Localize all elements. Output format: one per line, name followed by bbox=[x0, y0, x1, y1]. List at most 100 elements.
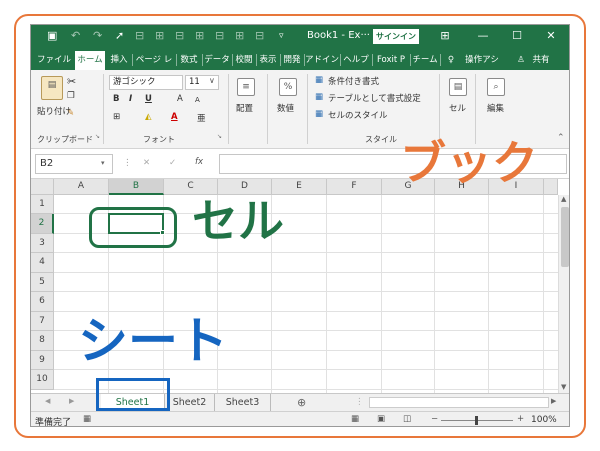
redo-icon[interactable]: ↷ bbox=[93, 29, 102, 43]
col-header-a[interactable]: A bbox=[54, 179, 109, 195]
tab-tell-me[interactable]: 操作アシ bbox=[461, 51, 503, 70]
signin-button[interactable]: サインイン bbox=[373, 29, 419, 44]
scroll-down-icon[interactable]: ▼ bbox=[561, 383, 566, 391]
tab-foxit[interactable]: Foxit P bbox=[373, 51, 409, 70]
qat-icon-7[interactable]: ⊟ bbox=[255, 29, 264, 43]
scroll-up-icon[interactable]: ▲ bbox=[561, 195, 566, 203]
number-label[interactable]: 数値 bbox=[277, 102, 294, 114]
qat-icon-2[interactable]: ⊞ bbox=[155, 29, 164, 43]
fill-color-icon[interactable]: ◭ bbox=[145, 112, 152, 122]
cell-style-icon[interactable]: ▦ bbox=[315, 109, 323, 119]
bold-button[interactable]: B bbox=[113, 94, 119, 104]
tab-file[interactable]: ファイル bbox=[35, 51, 73, 70]
qat-icon-3[interactable]: ⊟ bbox=[175, 29, 184, 43]
tab-insert[interactable]: 挿入 bbox=[107, 51, 131, 70]
row-header-6[interactable]: 6 bbox=[31, 292, 54, 312]
cond-format-button[interactable]: 条件付き書式 bbox=[328, 75, 379, 87]
col-header-d[interactable]: D bbox=[218, 179, 272, 195]
hscroll-right-icon[interactable]: ▶ bbox=[551, 397, 556, 405]
font-grow-button[interactable]: A bbox=[177, 94, 183, 104]
person-icon[interactable]: ♙ bbox=[515, 51, 527, 70]
cells-label[interactable]: セル bbox=[449, 102, 466, 114]
add-sheet-icon[interactable]: ⊕ bbox=[297, 396, 306, 409]
row-header-9[interactable]: 9 bbox=[31, 351, 54, 370]
sheet-next-icon[interactable]: ▶ bbox=[69, 397, 74, 405]
tab-addins[interactable]: アドイン bbox=[305, 51, 339, 70]
col-header-b[interactable]: B bbox=[109, 179, 164, 195]
zoom-in-button[interactable]: + bbox=[517, 414, 524, 424]
row-header-4[interactable]: 4 bbox=[31, 253, 54, 273]
font-launcher-icon[interactable]: ↘ bbox=[217, 133, 222, 140]
page-break-view-icon[interactable]: ◫ bbox=[403, 414, 411, 424]
pointer-icon[interactable]: ➚ bbox=[115, 29, 124, 43]
row-header-7[interactable]: 7 bbox=[31, 312, 54, 331]
share-button[interactable]: 共有 bbox=[529, 51, 553, 70]
tab-developer[interactable]: 開発 bbox=[281, 51, 303, 70]
cell-style-button[interactable]: セルのスタイル bbox=[328, 109, 388, 121]
select-all-corner[interactable] bbox=[31, 179, 54, 195]
zoom-level[interactable]: 100% bbox=[531, 415, 557, 425]
qat-icon-6[interactable]: ⊞ bbox=[235, 29, 244, 43]
qat-dropdown-icon[interactable]: ▿ bbox=[279, 29, 284, 43]
clipboard-launcher-icon[interactable]: ↘ bbox=[95, 133, 100, 140]
qat-icon-5[interactable]: ⊟ bbox=[215, 29, 224, 43]
fx-icon[interactable]: fx bbox=[195, 157, 203, 167]
align-icon[interactable]: ≡ bbox=[237, 78, 255, 96]
name-box-dropdown-icon[interactable]: ▾ bbox=[101, 159, 105, 167]
normal-view-icon[interactable]: ▦ bbox=[351, 414, 359, 424]
table-format-button[interactable]: テーブルとして書式設定 bbox=[328, 92, 421, 104]
minimize-button[interactable]: — bbox=[471, 27, 495, 45]
row-header-1[interactable]: 1 bbox=[31, 195, 54, 214]
cond-format-icon[interactable]: ▦ bbox=[315, 75, 323, 85]
col-header-f[interactable]: F bbox=[327, 179, 382, 195]
save-icon[interactable]: ▣ bbox=[47, 29, 57, 43]
tab-page-layout[interactable]: ページ レ bbox=[133, 51, 175, 70]
cancel-icon[interactable]: ✕ bbox=[143, 158, 150, 168]
enter-icon[interactable]: ✓ bbox=[169, 158, 176, 168]
chevron-down-icon[interactable]: ∨ bbox=[209, 76, 215, 85]
undo-icon[interactable]: ↶ bbox=[71, 29, 80, 43]
align-label[interactable]: 配置 bbox=[236, 102, 253, 114]
scroll-thumb[interactable] bbox=[561, 207, 569, 267]
tab-data[interactable]: データ bbox=[203, 51, 231, 70]
row-header-10[interactable]: 10 bbox=[31, 370, 54, 390]
zoom-out-button[interactable]: − bbox=[431, 414, 438, 424]
tab-team[interactable]: チーム bbox=[411, 51, 439, 70]
underline-button[interactable]: U bbox=[145, 94, 152, 104]
macro-record-icon[interactable]: ▦ bbox=[83, 414, 91, 424]
zoom-thumb[interactable] bbox=[475, 416, 478, 425]
tab-home[interactable]: ホーム bbox=[75, 51, 105, 70]
col-header-j[interactable] bbox=[544, 179, 558, 195]
ribbon-display-icon[interactable]: ⊞ bbox=[433, 27, 457, 45]
qat-icon-1[interactable]: ⊟ bbox=[135, 29, 144, 43]
borders-icon[interactable]: ⊞ bbox=[113, 112, 120, 122]
qat-icon-4[interactable]: ⊞ bbox=[195, 29, 204, 43]
search-icon[interactable]: ⌕ bbox=[487, 78, 505, 96]
close-button[interactable]: ✕ bbox=[539, 27, 563, 45]
col-header-e[interactable]: E bbox=[272, 179, 327, 195]
page-layout-view-icon[interactable]: ▣ bbox=[377, 414, 385, 424]
font-color-icon[interactable]: A bbox=[171, 112, 178, 122]
cut-icon[interactable]: ✂ bbox=[67, 75, 76, 88]
row-header-8[interactable]: 8 bbox=[31, 331, 54, 351]
sheet-tab-3[interactable]: Sheet3 bbox=[215, 394, 271, 411]
percent-icon[interactable]: % bbox=[279, 78, 297, 96]
row-header-5[interactable]: 5 bbox=[31, 273, 54, 292]
tab-split-icon[interactable]: ⋮ bbox=[355, 397, 364, 407]
tab-help[interactable]: ヘルプ bbox=[341, 51, 371, 70]
vertical-scrollbar[interactable]: ▲ ▼ bbox=[558, 195, 569, 393]
phonetic-icon[interactable]: 亜 bbox=[197, 112, 206, 124]
tab-view[interactable]: 表示 bbox=[257, 51, 279, 70]
table-format-icon[interactable]: ▦ bbox=[315, 92, 323, 102]
editing-label[interactable]: 編集 bbox=[487, 102, 504, 114]
col-header-c[interactable]: C bbox=[164, 179, 218, 195]
maximize-button[interactable]: ☐ bbox=[505, 27, 529, 45]
paste-label[interactable]: 貼り付け bbox=[37, 105, 71, 117]
font-shrink-button[interactable]: A bbox=[195, 96, 200, 104]
cells-icon[interactable]: ▤ bbox=[449, 78, 467, 96]
tab-review[interactable]: 校閲 bbox=[233, 51, 255, 70]
copy-icon[interactable]: ❐ bbox=[67, 91, 75, 101]
row-header-3[interactable]: 3 bbox=[31, 234, 54, 253]
sheet-prev-icon[interactable]: ◀ bbox=[45, 397, 50, 405]
lightbulb-icon[interactable]: ♀ bbox=[445, 51, 457, 70]
